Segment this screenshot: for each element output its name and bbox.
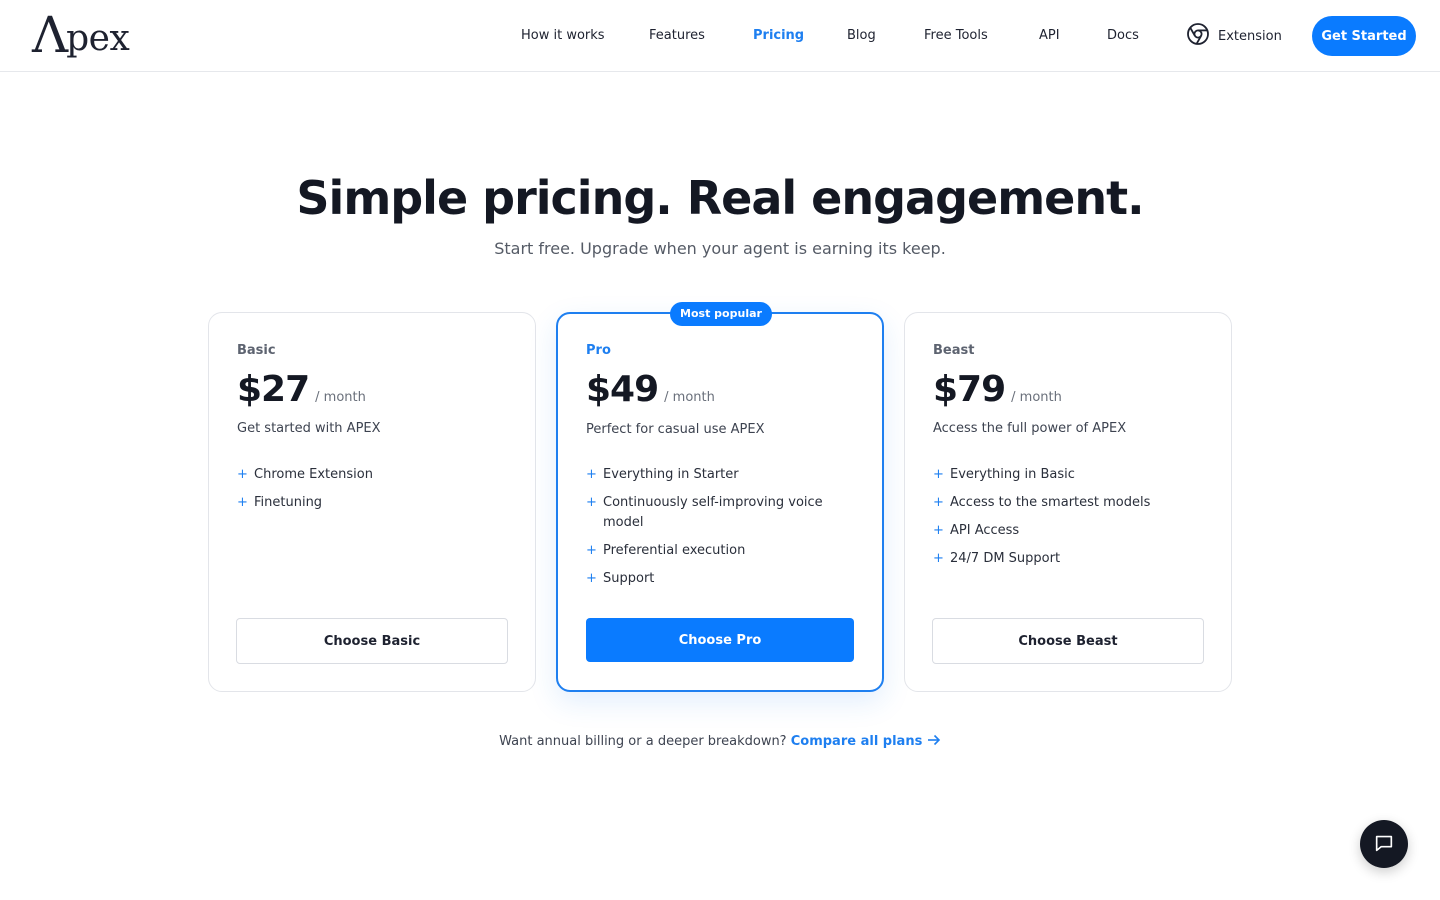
- nav-how-it-works[interactable]: How it works: [521, 26, 605, 46]
- plan-period: / month: [664, 390, 715, 405]
- feature-item: + Everything in Basic: [933, 465, 1203, 485]
- plan-card-basic: Basic $27 / month Get started with APEX …: [208, 312, 536, 692]
- choose-beast-button[interactable]: Choose Beast: [932, 618, 1204, 664]
- plus-icon: +: [586, 543, 597, 558]
- plus-icon: +: [933, 523, 944, 538]
- feature-list: + Everything in Basic + Access to the smar…: [933, 465, 1203, 577]
- site-header: Λ pex How it works Features Pricing Blog…: [0, 0, 1440, 72]
- plan-period: / month: [1011, 390, 1062, 405]
- feature-text: Chrome Extension: [254, 467, 373, 482]
- plus-icon: +: [237, 467, 248, 482]
- compare-note: Want annual billing or a deeper breakdow…: [0, 732, 1440, 752]
- nav-pricing[interactable]: Pricing: [753, 26, 804, 46]
- plus-icon: +: [586, 467, 597, 482]
- feature-item: +24/7 DM Support: [933, 549, 1203, 569]
- plan-name: Pro: [586, 343, 611, 358]
- plus-icon: +: [586, 495, 597, 510]
- feature-text: Everything in Basic: [950, 467, 1075, 482]
- plus-icon: +: [933, 467, 944, 482]
- page-title: Simple pricing. Real engagement.: [296, 171, 1144, 225]
- feature-list: + Chrome Extension + Finetuning: [237, 465, 507, 521]
- plus-icon: +: [933, 551, 944, 566]
- feature-text: Access to the smartest models: [950, 495, 1151, 510]
- nav-features[interactable]: Features: [649, 26, 705, 46]
- plus-icon: +: [586, 571, 597, 586]
- plan-period: / month: [315, 390, 366, 405]
- feature-text: Continuously self-improving voice model: [603, 495, 823, 530]
- get-started-button[interactable]: Get Started: [1312, 16, 1416, 56]
- plan-card-beast: Beast $79 / month Access the full power …: [904, 312, 1232, 692]
- nav-extension[interactable]: Extension: [1186, 22, 1282, 50]
- chat-widget-button[interactable]: [1360, 820, 1408, 868]
- compare-all-plans-link[interactable]: Compare all plans: [791, 734, 941, 749]
- nav-free-tools[interactable]: Free Tools: [924, 26, 988, 46]
- plan-card-pro: Most popular Pro $49 / month Perfect for…: [556, 302, 884, 692]
- feature-text: 24/7 DM Support: [950, 551, 1061, 566]
- plus-icon: +: [933, 495, 944, 510]
- most-popular-badge: Most popular: [670, 302, 772, 326]
- arrow-right-icon: [927, 734, 941, 749]
- feature-text: API Access: [950, 523, 1020, 538]
- price-row: $79 / month: [933, 369, 1062, 413]
- price-row: $27 / month: [237, 369, 366, 413]
- feature-item: + Preferential execution: [586, 541, 826, 561]
- feature-item: + API Access: [933, 521, 1203, 541]
- plan-price: $27: [237, 369, 310, 410]
- plan-description: Get started with APEX: [237, 421, 381, 436]
- feature-item: + Support: [586, 569, 826, 589]
- nav-blog[interactable]: Blog: [847, 26, 876, 46]
- feature-item: + Continuously self-improving voice model: [586, 493, 826, 533]
- plus-icon: +: [237, 495, 248, 510]
- extension-label: Extension: [1218, 28, 1282, 44]
- page-subtitle: Start free. Upgrade when your agent is e…: [494, 239, 946, 258]
- plan-name: Beast: [933, 343, 975, 358]
- feature-text: Support: [603, 571, 655, 586]
- compare-link-label: Compare all plans: [790, 734, 923, 749]
- chat-bubble-icon: [1373, 832, 1395, 857]
- choose-pro-button[interactable]: Choose Pro: [586, 618, 854, 662]
- feature-text: Preferential execution: [603, 543, 746, 558]
- nav-api[interactable]: API: [1039, 26, 1060, 46]
- plan-description: Perfect for casual use APEX: [586, 422, 765, 437]
- chrome-icon: [1186, 22, 1210, 50]
- feature-text: Finetuning: [254, 495, 323, 510]
- nav-docs[interactable]: Docs: [1107, 26, 1139, 46]
- plan-description: Access the full power of APEX: [933, 421, 1127, 436]
- feature-item: + Everything in Starter: [586, 465, 826, 485]
- feature-item: + Access to the smartest models: [933, 493, 1203, 513]
- feature-list: + Everything in Starter + Continuously sel…: [586, 465, 826, 597]
- plan-price: $79: [933, 369, 1006, 410]
- feature-text: Everything in Starter: [603, 467, 739, 482]
- plan-name: Basic: [237, 343, 276, 358]
- feature-item: + Chrome Extension: [237, 465, 507, 485]
- choose-basic-button[interactable]: Choose Basic: [236, 618, 508, 664]
- price-row: $49 / month: [586, 369, 715, 413]
- compare-text: Want annual billing or a deeper breakdow…: [499, 734, 787, 749]
- feature-item: + Finetuning: [237, 493, 507, 513]
- main-nav: How it works Features Pricing Blog Free …: [0, 0, 1440, 72]
- plan-price: $49: [586, 369, 659, 410]
